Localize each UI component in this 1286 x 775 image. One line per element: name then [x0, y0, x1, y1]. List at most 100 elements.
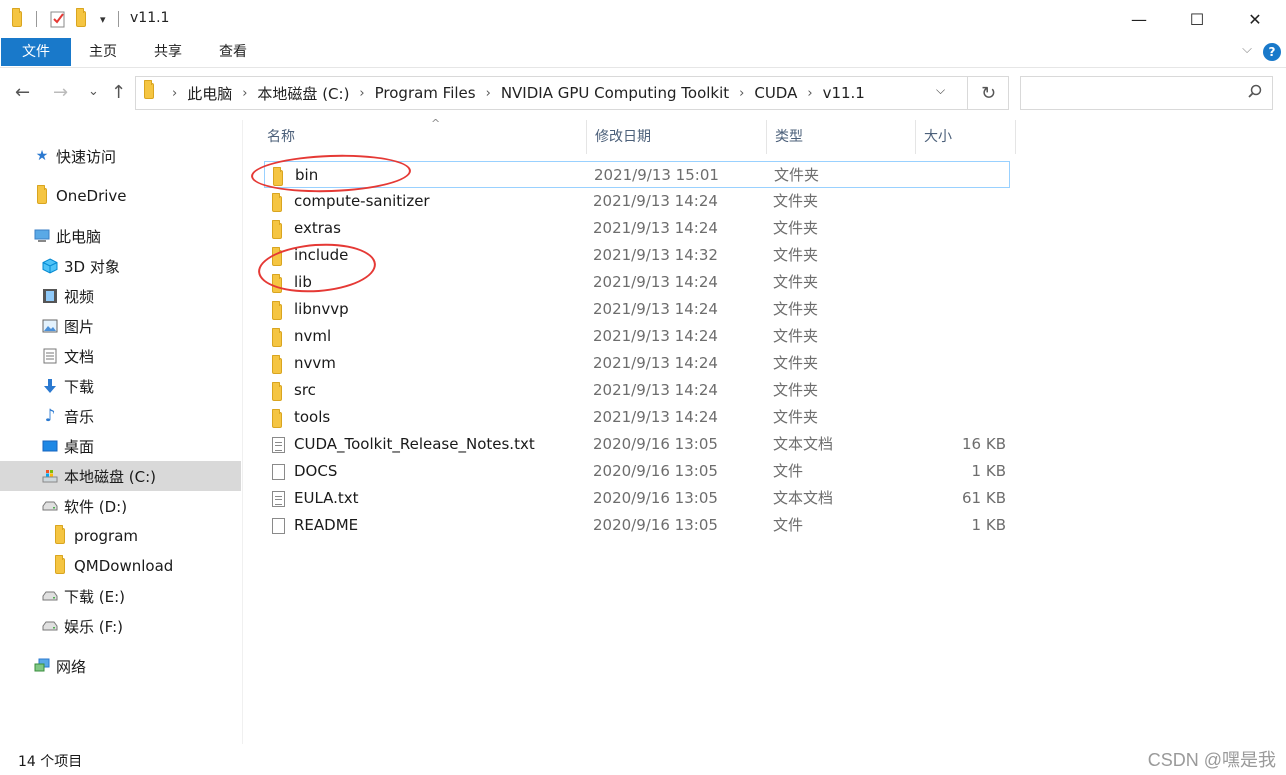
folder-icon	[144, 80, 154, 103]
file-date: 2020/9/16 13:05	[593, 435, 718, 453]
tab-home[interactable]: 主页	[78, 38, 128, 66]
chevron-right-icon[interactable]: ›	[172, 86, 177, 101]
column-header-type[interactable]: 类型	[767, 120, 916, 154]
text-file-icon	[272, 437, 285, 457]
file-type: 文件夹	[773, 354, 819, 372]
chevron-right-icon[interactable]: ›	[359, 86, 364, 101]
search-box[interactable]	[1020, 76, 1273, 110]
up-button[interactable]: ↑	[111, 82, 126, 103]
file-row[interactable]: nvvm 2021/9/13 14:24 文件夹	[264, 350, 1010, 377]
refresh-button[interactable]: ↻	[967, 77, 1009, 109]
file-date: 2021/9/13 14:24	[593, 273, 718, 291]
expand-ribbon-icon[interactable]: ⌵	[1242, 42, 1252, 57]
chevron-right-icon[interactable]: ›	[739, 86, 744, 101]
file-date: 2020/9/16 13:05	[593, 462, 718, 480]
breadcrumb-cuda[interactable]: CUDA	[754, 84, 797, 102]
breadcrumb-nvidia-toolkit[interactable]: NVIDIA GPU Computing Toolkit	[501, 84, 729, 102]
file-row[interactable]: README 2020/9/16 13:05 文件 1 KB	[264, 512, 1010, 539]
sidebar-item-label: 娱乐 (F:)	[64, 617, 123, 636]
file-row[interactable]: lib 2021/9/13 14:24 文件夹	[264, 269, 1010, 296]
sidebar-item-this-pc[interactable]: 此电脑	[0, 221, 241, 251]
sidebar-item-desktop[interactable]: 桌面	[0, 431, 241, 461]
file-row[interactable]: include 2021/9/13 14:32 文件夹	[264, 242, 1010, 269]
file-row[interactable]: nvml 2021/9/13 14:24 文件夹	[264, 323, 1010, 350]
sidebar-item-drive-f[interactable]: 娱乐 (F:)	[0, 611, 241, 641]
sidebar-item-onedrive[interactable]: OneDrive	[0, 181, 241, 211]
customize-toolbar-icon[interactable]: ▾	[100, 10, 106, 28]
file-date: 2021/9/13 14:32	[593, 246, 718, 264]
file-type: 文件夹	[774, 166, 820, 184]
minimize-button[interactable]: —	[1110, 0, 1168, 38]
drive-icon	[42, 588, 58, 604]
file-row[interactable]: tools 2021/9/13 14:24 文件夹	[264, 404, 1010, 431]
sidebar-item-drive-d[interactable]: 软件 (D:)	[0, 491, 241, 521]
file-row[interactable]: DOCS 2020/9/16 13:05 文件 1 KB	[264, 458, 1010, 485]
music-icon: ♪	[44, 406, 56, 426]
file-icon	[272, 464, 285, 484]
search-input[interactable]	[1029, 83, 1239, 103]
file-row[interactable]: libnvvp 2021/9/13 14:24 文件夹	[264, 296, 1010, 323]
file-row[interactable]: bin 2021/9/13 15:01 文件夹	[264, 161, 1010, 188]
column-header-date[interactable]: 修改日期	[587, 120, 767, 154]
file-row[interactable]: compute-sanitizer 2021/9/13 14:24 文件夹	[264, 188, 1010, 215]
address-dropdown-icon[interactable]: ⌵	[936, 83, 945, 98]
sidebar-item-3d-objects[interactable]: 3D 对象	[0, 251, 241, 281]
properties-icon[interactable]	[50, 10, 66, 28]
file-date: 2020/9/16 13:05	[593, 516, 718, 534]
chevron-right-icon[interactable]: ›	[486, 86, 491, 101]
sidebar-item-downloads[interactable]: 下载	[0, 371, 241, 401]
chevron-right-icon[interactable]: ›	[807, 86, 812, 101]
file-row[interactable]: src 2021/9/13 14:24 文件夹	[264, 377, 1010, 404]
navigation-bar: ← → ⌄ ↑ › 此电脑 › 本地磁盘 (C:) › Program File…	[0, 68, 1286, 120]
back-button[interactable]: ←	[15, 82, 30, 103]
tab-view[interactable]: 查看	[208, 38, 258, 66]
chevron-right-icon[interactable]: ›	[242, 86, 247, 101]
breadcrumb-this-pc[interactable]: 此电脑	[187, 83, 232, 104]
forward-button[interactable]: →	[53, 82, 68, 103]
sidebar-item-pictures[interactable]: 图片	[0, 311, 241, 341]
file-row[interactable]: extras 2021/9/13 14:24 文件夹	[264, 215, 1010, 242]
divider	[36, 11, 37, 27]
sidebar-item-documents[interactable]: 文档	[0, 341, 241, 371]
file-date: 2021/9/13 14:24	[593, 354, 718, 372]
file-name: README	[294, 516, 359, 534]
picture-icon	[42, 318, 58, 334]
file-name: bin	[295, 166, 319, 184]
sidebar-item-local-disk-c[interactable]: 本地磁盘 (C:)	[0, 461, 241, 491]
file-name: lib	[294, 273, 312, 291]
breadcrumb-program-files[interactable]: Program Files	[375, 84, 476, 102]
folder-icon	[272, 301, 282, 324]
file-row[interactable]: CUDA_Toolkit_Release_Notes.txt 2020/9/16 …	[264, 431, 1010, 458]
breadcrumb: › 此电脑 › 本地磁盘 (C:) › Program Files › NVID…	[144, 77, 865, 109]
file-name: CUDA_Toolkit_Release_Notes.txt	[294, 435, 535, 453]
new-folder-icon[interactable]	[76, 8, 86, 28]
divider	[118, 11, 119, 27]
file-name: libnvvp	[294, 300, 349, 318]
sidebar-item-program[interactable]: program	[0, 521, 241, 551]
close-button[interactable]: ✕	[1226, 0, 1284, 38]
column-header-name[interactable]: 名称 ^	[259, 117, 587, 154]
sidebar-item-qmdownload[interactable]: QMDownload	[0, 551, 241, 581]
file-date: 2021/9/13 14:24	[593, 327, 718, 345]
recent-locations-button[interactable]: ⌄	[88, 84, 99, 99]
sort-ascending-icon: ^	[431, 117, 441, 130]
sidebar-item-music[interactable]: ♪ 音乐	[0, 401, 241, 431]
address-bar[interactable]: › 此电脑 › 本地磁盘 (C:) › Program Files › NVID…	[135, 76, 1009, 110]
column-header-size[interactable]: 大小	[916, 120, 1016, 154]
folder-icon	[52, 555, 68, 574]
file-type: 文件	[773, 516, 804, 534]
sidebar-item-network[interactable]: 网络	[0, 651, 241, 681]
navigation-pane: ★ 快速访问 OneDrive 此电脑 3D 对象 视频 图片 文档 下载 ♪ …	[0, 120, 243, 744]
tab-share[interactable]: 共享	[143, 38, 193, 66]
file-row[interactable]: EULA.txt 2020/9/16 13:05 文本文档 61 KB	[264, 485, 1010, 512]
sidebar-item-videos[interactable]: 视频	[0, 281, 241, 311]
watermark: CSDN @嘿是我	[1147, 750, 1276, 770]
breadcrumb-local-disk-c[interactable]: 本地磁盘 (C:)	[257, 83, 349, 104]
sidebar-item-drive-e[interactable]: 下载 (E:)	[0, 581, 241, 611]
breadcrumb-v11-1[interactable]: v11.1	[823, 84, 865, 102]
maximize-button[interactable]: ☐	[1168, 0, 1226, 38]
tab-file[interactable]: 文件	[1, 38, 71, 66]
sidebar-item-label: 桌面	[64, 437, 95, 456]
help-icon[interactable]: ?	[1263, 43, 1281, 61]
sidebar-item-quick-access[interactable]: ★ 快速访问	[0, 141, 241, 171]
